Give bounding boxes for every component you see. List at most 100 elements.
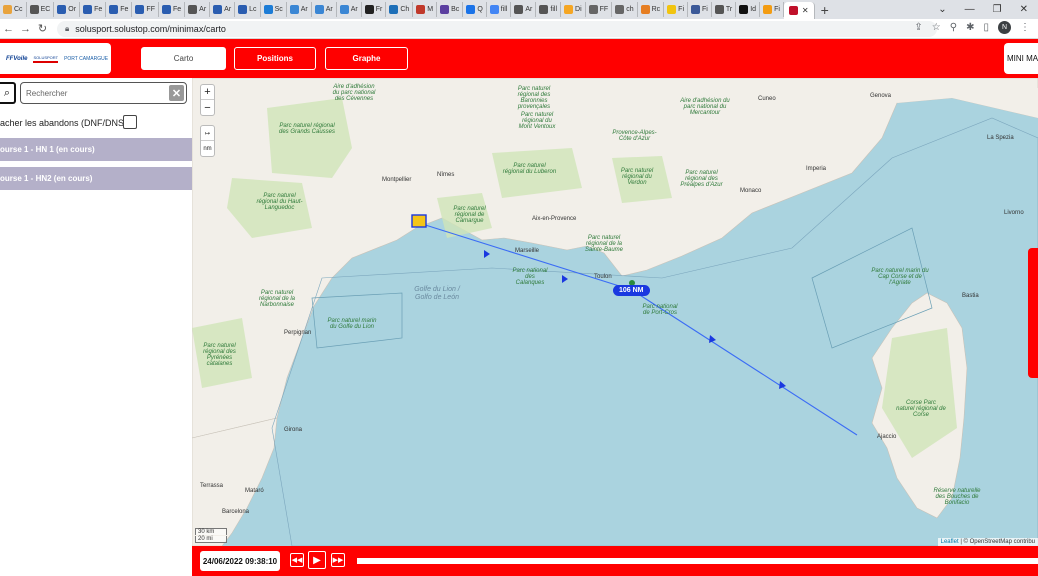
- city-nimes: Nîmes: [437, 172, 455, 178]
- park-label-camargue: Parc naturel régional de Camargue: [453, 206, 486, 224]
- map-view[interactable]: Golfe du Lion / Golfo de León Montpellie…: [192, 78, 1038, 546]
- tab-favicon-icon: [640, 5, 650, 14]
- browser-tab[interactable]: ch: [612, 2, 638, 17]
- tab-favicon-icon: [289, 5, 299, 14]
- hide-abandons-checkbox[interactable]: [123, 115, 137, 129]
- browser-tab[interactable]: Fe: [106, 2, 133, 17]
- map-scale: 30 km 20 mi: [195, 527, 227, 543]
- browser-tab[interactable]: Fi: [760, 2, 784, 17]
- nav-positions-button[interactable]: Positions: [234, 47, 316, 70]
- browser-tab[interactable]: Ar: [210, 2, 236, 17]
- close-window-icon[interactable]: ✕: [1020, 4, 1028, 15]
- tab-label: fill: [550, 6, 558, 13]
- track-arrow-4: [779, 381, 786, 389]
- tab-favicon-icon: [188, 5, 198, 14]
- tab-favicon-icon: [691, 5, 701, 14]
- browser-tab[interactable]: Ar: [511, 2, 537, 17]
- browser-tab[interactable]: Fr: [362, 2, 387, 17]
- fast-forward-button[interactable]: ▶▶: [331, 553, 345, 567]
- browser-tab[interactable]: Rc: [638, 2, 665, 17]
- search-input[interactable]: [20, 82, 187, 104]
- menu-kebab-icon[interactable]: ⋮: [1020, 22, 1030, 33]
- new-tab-button[interactable]: +: [815, 2, 835, 18]
- extension-icon[interactable]: ⚲: [950, 22, 957, 33]
- city-mataro: Mataró: [245, 488, 264, 494]
- clear-search-icon[interactable]: ✕: [169, 85, 184, 101]
- tab-close-icon[interactable]: ✕: [802, 6, 809, 15]
- browser-tab[interactable]: Ar: [312, 2, 337, 17]
- play-button[interactable]: ▶: [308, 551, 326, 569]
- sidepanel-icon[interactable]: ▯: [983, 22, 989, 33]
- minimize-icon[interactable]: —: [965, 4, 975, 15]
- restore-icon[interactable]: ❐: [993, 4, 1002, 15]
- browser-tab[interactable]: Fe: [159, 2, 186, 17]
- measure-unit-button[interactable]: nm: [201, 141, 214, 156]
- browser-tab[interactable]: Fi: [688, 2, 712, 17]
- city-toulon: Toulon: [594, 274, 612, 280]
- browser-tab[interactable]: FF: [586, 2, 613, 17]
- tab-label: fill: [500, 6, 508, 13]
- tab-favicon-icon: [514, 5, 524, 14]
- profile-avatar[interactable]: N: [998, 21, 1011, 34]
- browser-tab[interactable]: EC: [27, 2, 55, 17]
- browser-tab[interactable]: fill: [536, 2, 562, 17]
- browser-tab-active[interactable]: ✕: [783, 2, 815, 19]
- nav-carto-button[interactable]: Carto: [141, 47, 226, 70]
- browser-tab[interactable]: Fe: [80, 2, 107, 17]
- browser-tab[interactable]: Ar: [185, 2, 211, 17]
- tab-label: Fe: [172, 6, 182, 13]
- app-header: FFVoile SOLUSPORT PORT CAMARGUE Carto Po…: [0, 39, 1038, 78]
- url-field[interactable]: 🔒︎ solusport.solustop.com/minimax/carto: [57, 20, 937, 37]
- tab-favicon-icon: [539, 5, 549, 14]
- puzzle-icon[interactable]: ✱: [966, 22, 974, 33]
- rewind-button[interactable]: ◀◀: [290, 553, 304, 567]
- browser-tab[interactable]: fill: [487, 2, 512, 17]
- zoom-out-button[interactable]: −: [201, 100, 214, 115]
- nav-graphe-button[interactable]: Graphe: [325, 47, 408, 70]
- tab-favicon-icon: [564, 5, 574, 14]
- browser-tab[interactable]: Ar: [337, 2, 362, 17]
- race-row-hn1[interactable]: ourse 1 - HN 1 (en cours): [0, 138, 192, 161]
- share-icon[interactable]: ⇪: [914, 22, 922, 33]
- tab-label: Ar: [199, 6, 207, 13]
- tab-favicon-icon: [109, 5, 119, 14]
- osm-attribution[interactable]: | © OpenStreetMap contribu: [960, 539, 1035, 545]
- lock-icon[interactable]: 🔒︎: [65, 24, 69, 34]
- tab-label: Di: [575, 6, 582, 13]
- browser-tab[interactable]: Lc: [235, 2, 261, 17]
- browser-tab[interactable]: Ar: [287, 2, 312, 17]
- tab-search-icon[interactable]: ⌄: [938, 4, 946, 15]
- browser-tab[interactable]: Ch: [386, 2, 414, 17]
- tab-label: Ar: [224, 6, 232, 13]
- bookmark-star-icon[interactable]: ☆: [932, 22, 941, 33]
- search-icon[interactable]: ⌕: [0, 82, 16, 104]
- browser-tab[interactable]: M: [413, 2, 438, 17]
- tab-favicon-icon: [615, 5, 625, 14]
- race-row-hn2[interactable]: ourse 1 - HN2 (en cours): [0, 167, 192, 190]
- timeline-slider[interactable]: [357, 558, 1038, 564]
- leaflet-link[interactable]: Leaflet: [941, 539, 959, 545]
- browser-tab[interactable]: Di: [561, 2, 586, 17]
- forward-icon[interactable]: →: [17, 23, 34, 35]
- tab-label: Q: [477, 6, 483, 13]
- tab-favicon-icon: [588, 5, 598, 14]
- city-ajaccio: Ajaccio: [877, 434, 897, 440]
- tab-favicon-icon: [3, 5, 12, 14]
- zoom-in-button[interactable]: +: [201, 85, 214, 100]
- back-icon[interactable]: ←: [0, 23, 17, 35]
- browser-tab[interactable]: FF: [132, 2, 159, 17]
- tab-favicon-icon: [29, 5, 39, 14]
- browser-tab[interactable]: Sc: [261, 2, 287, 17]
- browser-tab[interactable]: Cc: [0, 2, 27, 17]
- browser-tab[interactable]: Tr: [712, 2, 737, 17]
- side-tools-panel[interactable]: [1028, 248, 1038, 378]
- tab-favicon-icon: [489, 5, 499, 14]
- browser-tab[interactable]: Bc: [437, 2, 464, 17]
- reload-icon[interactable]: ↻: [34, 22, 51, 35]
- browser-tab[interactable]: Or: [54, 2, 81, 17]
- browser-tab[interactable]: Id: [736, 2, 761, 17]
- browser-tab[interactable]: Fi: [664, 2, 689, 17]
- browser-tab[interactable]: Q: [463, 2, 487, 17]
- tab-favicon-icon: [263, 5, 273, 14]
- measure-icon[interactable]: ↦: [201, 126, 214, 141]
